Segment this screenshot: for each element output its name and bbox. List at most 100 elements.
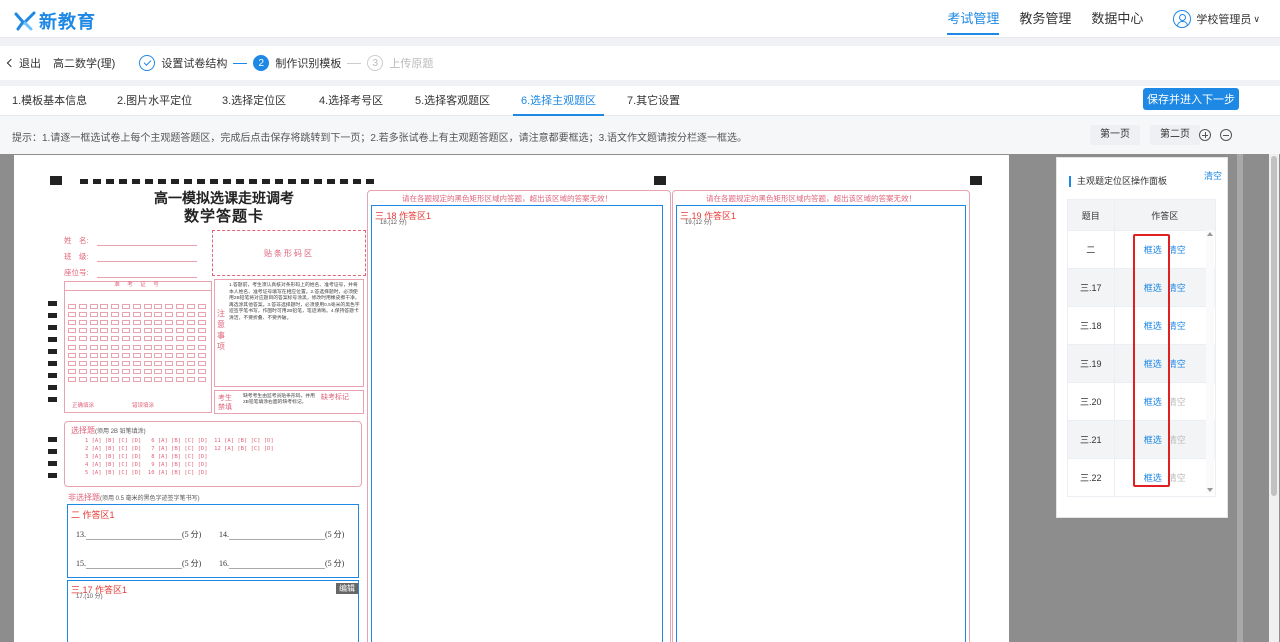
- scroll-up-icon[interactable]: [1207, 232, 1213, 236]
- bubble: [121, 303, 130, 309]
- bubble: [143, 311, 152, 317]
- fill-correct-label: 正确填涂: [72, 403, 95, 409]
- panel-scrollbar[interactable]: [1206, 230, 1214, 494]
- bubble: [186, 328, 195, 334]
- zoom-out-icon[interactable]: [1220, 129, 1232, 141]
- bubble: [154, 319, 163, 325]
- bubble: [89, 360, 98, 366]
- clear-all-button[interactable]: 清空: [1204, 169, 1222, 182]
- tab-select-exam-number[interactable]: 4.选择考号区: [319, 86, 383, 116]
- logo[interactable]: 新教育: [14, 8, 96, 34]
- user-avatar-icon: [1173, 10, 1192, 28]
- bubble: [132, 369, 141, 375]
- row-question: 三.18: [1067, 306, 1115, 345]
- logo-text: 新教育: [39, 12, 96, 32]
- clear-area-button[interactable]: 清空: [1168, 359, 1186, 369]
- bubble: [154, 336, 163, 342]
- answer-area-18[interactable]: [371, 205, 663, 642]
- clear-area-button[interactable]: 清空: [1168, 283, 1186, 293]
- table-row: 三.19 框选 清空: [1067, 344, 1217, 383]
- bubble: [197, 352, 206, 358]
- bubble: [175, 352, 184, 358]
- nav-exam-management[interactable]: 考试管理: [947, 0, 1000, 38]
- tips-text: 提示：1.请逐一框选试卷上每个主观题答题区，完成后点击保存将跳转到下一页；2.若…: [12, 133, 748, 144]
- bubble: [100, 344, 109, 350]
- answer-area-19[interactable]: [676, 205, 966, 642]
- canvas-scrollbar[interactable]: [1269, 154, 1279, 642]
- clear-area-button[interactable]: 清空: [1168, 245, 1186, 255]
- select-area-button[interactable]: 框选: [1144, 473, 1162, 483]
- bubble: [132, 319, 141, 325]
- page-1-button[interactable]: 第一页: [1090, 125, 1140, 145]
- user-menu[interactable]: 学校管理员 ∨: [1173, 10, 1260, 28]
- bubble: [111, 311, 120, 317]
- bubble: [78, 303, 87, 309]
- choice-row-2: 2 [A] [B] [C] [D] 7 [A] [B] [C] [D] 12 […: [85, 446, 274, 452]
- step-2: 2 制作识别模板: [253, 55, 341, 71]
- bubble: [111, 303, 120, 309]
- select-area-button[interactable]: 框选: [1144, 321, 1162, 331]
- exam-number-label: 准 考 证 号: [65, 282, 211, 291]
- bubble: [111, 352, 120, 358]
- choice-row-1: 1 [A] [B] [C] [D] 6 [A] [B] [C] [D] 11 […: [85, 438, 274, 444]
- bubble: [197, 319, 206, 325]
- bubble: [175, 311, 184, 317]
- select-area-button[interactable]: 框选: [1144, 245, 1162, 255]
- timing-mark: [48, 385, 57, 390]
- page-2-button[interactable]: 第二页: [1150, 125, 1200, 145]
- bubble: [78, 311, 87, 317]
- save-and-next-button[interactable]: 保存并进入下一步: [1143, 88, 1239, 110]
- tab-select-anchor[interactable]: 3.选择定位区: [222, 86, 286, 116]
- nonchoice-title: 非选择题(须用 0.5 毫米的黑色字迹签字笔书写): [68, 493, 200, 502]
- bubble: [197, 377, 206, 383]
- bubble: [154, 360, 163, 366]
- bubble: [154, 377, 163, 383]
- bubble: [186, 344, 195, 350]
- bubble: [68, 328, 76, 334]
- step-bar: 退出 高二数学(理) 设置试卷结构 2 制作识别模板 3 上传原题: [0, 46, 1280, 80]
- select-area-button[interactable]: 框选: [1144, 359, 1162, 369]
- scrollbar-thumb[interactable]: [1271, 156, 1277, 496]
- bubble: [197, 369, 206, 375]
- tab-horizontal-position[interactable]: 2.图片水平定位: [117, 86, 192, 116]
- timing-mark: [48, 437, 57, 442]
- exit-button[interactable]: 退出: [6, 55, 41, 71]
- edit-button[interactable]: 编辑: [336, 583, 358, 594]
- question-13: 13. (5 分): [76, 530, 202, 540]
- tab-select-subjective[interactable]: 6.选择主观题区: [512, 86, 605, 116]
- bubble: [186, 319, 195, 325]
- timing-mark: [48, 361, 57, 366]
- row-actions: 框选 清空: [1113, 268, 1217, 307]
- scroll-down-icon[interactable]: [1207, 488, 1213, 492]
- bubble: [68, 319, 76, 325]
- tab-basic-info[interactable]: 1.模板基本信息: [12, 86, 87, 116]
- select-area-button[interactable]: 框选: [1144, 397, 1162, 407]
- absent-mark-label: 缺考标记: [321, 394, 349, 401]
- bubble: [165, 303, 174, 309]
- bubble: [143, 319, 152, 325]
- bubble: [68, 360, 76, 366]
- timing-mark: [48, 397, 57, 402]
- info-seat: 座位号:: [64, 267, 197, 278]
- zoom-in-icon[interactable]: [1199, 129, 1211, 141]
- nav-data-center[interactable]: 数据中心: [1091, 0, 1143, 38]
- tab-other-settings[interactable]: 7.其它设置: [627, 86, 680, 116]
- exam-number-bubbles: [67, 302, 207, 384]
- timing-mark: [48, 325, 57, 330]
- bubble: [154, 328, 163, 334]
- bubble: [197, 303, 206, 309]
- nav-academic-affairs[interactable]: 教务管理: [1019, 0, 1071, 38]
- bubble: [78, 336, 87, 342]
- select-area-button[interactable]: 框选: [1144, 283, 1162, 293]
- clear-area-button: 清空: [1167, 435, 1186, 445]
- bubble: [111, 360, 120, 366]
- clear-area-button: 清空: [1167, 473, 1186, 483]
- tab-select-objective[interactable]: 5.选择客观题区: [415, 86, 490, 116]
- bubble: [121, 352, 130, 358]
- clear-area-button[interactable]: 清空: [1168, 321, 1186, 331]
- bubble: [100, 319, 109, 325]
- select-area-button[interactable]: 框选: [1144, 435, 1162, 445]
- bubble: [186, 352, 195, 358]
- column-2-warning: 请在各题规定的黑色矩形区域内答题，超出该区域的答案无效！: [402, 194, 612, 203]
- bubble: [132, 303, 141, 309]
